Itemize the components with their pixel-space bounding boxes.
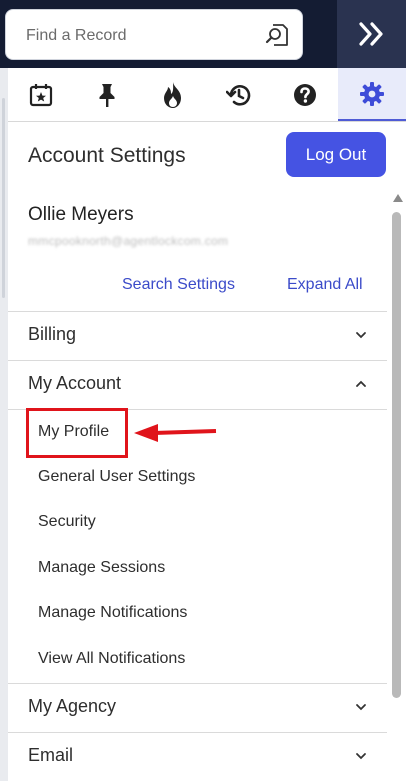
tool-hot[interactable] <box>140 68 206 121</box>
red-arrow-annotation-icon <box>134 424 217 442</box>
section-label: My Agency <box>28 696 117 716</box>
section-label: My Account <box>28 373 122 393</box>
tool-help[interactable] <box>272 68 338 121</box>
calendar-star-icon <box>29 83 53 106</box>
chevron-down-icon <box>356 332 366 339</box>
rail-marker <box>2 98 5 298</box>
user-name: Ollie Meyers <box>28 204 134 225</box>
help-icon <box>294 83 316 106</box>
section-my-agency[interactable]: My Agency <box>8 683 387 732</box>
tool-calendar[interactable] <box>8 68 74 121</box>
section-label: Billing <box>28 324 77 344</box>
gear-icon <box>360 81 384 106</box>
menu-item-view-all-notifications[interactable]: View All Notifications <box>38 650 185 668</box>
scrollbar[interactable] <box>390 190 406 781</box>
left-rail <box>0 68 8 781</box>
search-record-icon[interactable] <box>264 22 290 48</box>
scroll-up-arrow-icon[interactable] <box>393 194 403 202</box>
expand-panel-button[interactable] <box>337 0 406 68</box>
highlight-box <box>26 408 128 458</box>
tool-pin[interactable] <box>74 68 140 121</box>
scrollbar-thumb[interactable] <box>392 212 401 698</box>
search-input[interactable] <box>24 22 258 50</box>
section-billing[interactable]: Billing <box>8 311 387 360</box>
chevron-up-icon <box>356 380 366 387</box>
history-icon <box>226 84 251 106</box>
tool-history[interactable] <box>206 68 272 121</box>
tool-strip <box>8 68 406 122</box>
user-email: mmcpooknorth@agentlockcom.com <box>28 234 229 248</box>
top-bar <box>0 0 406 68</box>
expand-all-link[interactable]: Expand All <box>287 276 363 294</box>
section-my-account[interactable]: My Account <box>8 360 387 409</box>
flame-icon <box>164 81 181 108</box>
chevron-down-icon <box>356 704 366 711</box>
account-settings-header: Account Settings Log Out <box>8 122 406 190</box>
menu-item-security[interactable]: Security <box>38 513 96 531</box>
menu-item-general-user-settings[interactable]: General User Settings <box>38 468 195 486</box>
chevron-down-icon <box>356 753 366 760</box>
section-email[interactable]: Email <box>8 732 387 781</box>
tool-settings[interactable] <box>338 68 406 121</box>
log-out-button[interactable]: Log Out <box>286 132 386 177</box>
section-label: Email <box>28 745 74 765</box>
page-title: Account Settings <box>28 144 186 167</box>
search-box[interactable] <box>5 9 303 60</box>
search-settings-link[interactable]: Search Settings <box>122 276 235 294</box>
menu-item-manage-sessions[interactable]: Manage Sessions <box>38 559 165 577</box>
pin-icon <box>99 83 115 107</box>
menu-item-manage-notifications[interactable]: Manage Notifications <box>38 604 187 622</box>
double-chevron-right-icon <box>358 22 383 46</box>
